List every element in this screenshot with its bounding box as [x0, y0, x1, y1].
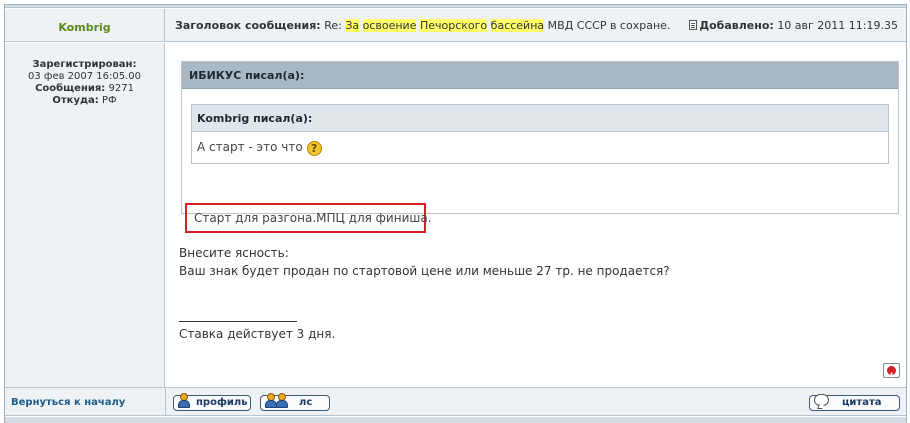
signature: Ставка действует 3 дня.	[179, 327, 336, 341]
footer-divider	[165, 388, 166, 415]
posts-count: 9271	[108, 83, 134, 94]
post-subject: Заголовок сообщения: Re: За освоение Печ…	[175, 9, 670, 41]
author-profile: Зарегистрирован: 03 фев 2007 16:05.00 Со…	[5, 43, 165, 387]
profile-button[interactable]: профиль	[173, 393, 251, 411]
quote-button-label: цитата	[842, 397, 882, 408]
pm-button[interactable]: лс	[260, 393, 330, 411]
subject-label: Заголовок сообщения:	[175, 19, 321, 32]
inner-quote-header: Kombrig писал(а):	[192, 105, 888, 132]
added-date: 10 авг 2011 11:19.35	[777, 19, 898, 32]
registered-date: 03 фев 2007 16:05.00	[27, 71, 142, 82]
outer-quote: ИБИКУС писал(а): Kombrig писал(а): А ста…	[181, 61, 899, 233]
from-label: Откуда:	[52, 95, 99, 106]
subject-prefix: Re:	[324, 19, 342, 32]
profile-icon	[177, 393, 190, 408]
post-footer: Вернуться к началу профиль лс цитата	[5, 387, 906, 416]
from-value: РФ	[101, 95, 117, 106]
subject-rest: МВД СССР в сохране.	[547, 19, 671, 32]
back-to-top-link[interactable]: Вернуться к началу	[11, 388, 125, 418]
post-date: Добавлено: 10 авг 2011 11:19.35	[689, 9, 898, 43]
document-icon[interactable]	[689, 20, 698, 30]
subject-highlight-word: освоение	[362, 19, 417, 32]
post-line: Ваш знак будет продан по стартовой цене …	[179, 264, 670, 278]
quote-button[interactable]: цитата	[809, 394, 900, 411]
signature-divider	[179, 321, 297, 322]
inner-quote: Kombrig писал(а): А старт - это что ?	[191, 104, 889, 164]
post-body-row: Зарегистрирован: 03 фев 2007 16:05.00 Со…	[5, 43, 906, 387]
subject-highlight-word: За	[345, 19, 360, 32]
question-icon: ?	[306, 141, 322, 156]
speech-bubble-icon	[814, 394, 829, 406]
author-cell: Kombrig	[5, 9, 165, 41]
inner-quote-body: А старт - это что ?	[192, 132, 888, 162]
post-content: ИБИКУС писал(а): Kombrig писал(а): А ста…	[175, 43, 900, 387]
bottom-divider	[5, 417, 906, 423]
pm-button-label: лс	[299, 397, 313, 408]
author-name[interactable]: Kombrig	[58, 21, 110, 34]
post-header: Kombrig Заголовок сообщения: Re: За осво…	[5, 9, 906, 42]
report-icon[interactable]: !	[883, 363, 900, 382]
profile-button-label: профиль	[196, 397, 248, 408]
outer-quote-header: ИБИКУС писал(а):	[182, 62, 898, 89]
posts-label: Сообщения:	[35, 83, 106, 94]
post-text: Внесите ясность: Ваш знак будет продан п…	[179, 244, 670, 280]
post-line: Внесите ясность:	[179, 246, 289, 260]
subject-highlight-word: бассейна	[490, 19, 545, 32]
forum-post: Kombrig Заголовок сообщения: Re: За осво…	[4, 4, 907, 423]
added-label: Добавлено:	[699, 19, 774, 32]
top-divider	[5, 5, 906, 8]
subject-highlight-word: Печорского	[419, 19, 488, 32]
pm-icon	[264, 393, 288, 408]
registered-label: Зарегистрирован:	[32, 59, 137, 70]
inner-quote-text: А старт - это что	[197, 140, 303, 154]
outer-quote-reply: Старт для разгона.МПЦ для финиша.	[185, 203, 432, 233]
